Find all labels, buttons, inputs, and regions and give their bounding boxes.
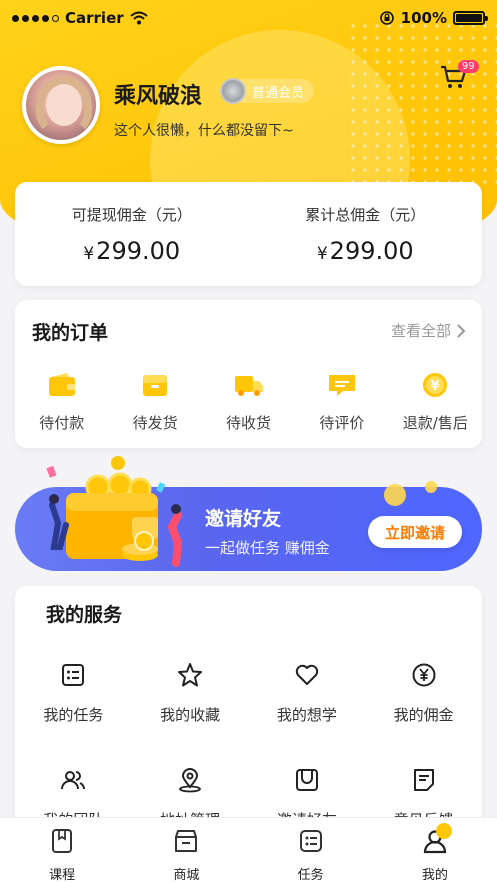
service-favorites[interactable]: 我的收藏 [132, 662, 249, 725]
svg-text:¥: ¥ [431, 379, 440, 394]
tab-profile[interactable]: 我的 [373, 818, 497, 883]
banner-title: 邀请好友 [205, 508, 282, 530]
service-label: 我的佣金 [393, 706, 454, 724]
wallet-icon [48, 373, 75, 396]
service-label: 我的想学 [276, 706, 337, 724]
order-label: 待付款 [39, 414, 85, 432]
service-my-tasks[interactable]: 我的任务 [15, 662, 132, 725]
total-value-row: ¥299.00 [249, 237, 483, 265]
orders-card: 我的订单 查看全部 待付款 待发货 待收货 待评价 ¥ 退款/售后 [15, 300, 482, 448]
total-value: 299.00 [329, 237, 414, 265]
tab-label: 课程 [49, 868, 76, 883]
withdrawable-value-row: ¥299.00 [15, 237, 249, 265]
invite-now-button[interactable]: 立即邀请 [368, 516, 462, 548]
status-bar: Carrier 100% [0, 0, 497, 36]
refund-icon: ¥ [423, 373, 448, 397]
view-all-orders-link[interactable]: 查看全部 [391, 320, 466, 341]
order-label: 待发货 [132, 414, 178, 432]
yen-coin-icon [412, 663, 436, 687]
currency-symbol: ¥ [83, 244, 95, 264]
tab-label: 商城 [173, 868, 200, 883]
member-level-label: 普通会员 [252, 85, 305, 101]
order-pending-shipment[interactable]: 待发货 [108, 372, 201, 433]
truck-icon [234, 376, 263, 396]
withdrawable-label: 可提现佣金（元） [71, 206, 192, 224]
service-want-to-learn[interactable]: 我的想学 [249, 662, 366, 725]
view-all-label: 查看全部 [390, 322, 451, 340]
store-icon [175, 830, 198, 852]
order-label: 退款/售后 [402, 414, 468, 432]
order-refund[interactable]: ¥ 退款/售后 [389, 372, 482, 433]
commission-card: 可提现佣金（元） ¥299.00 累计总佣金（元） ¥299.00 [15, 182, 482, 286]
order-pending-payment[interactable]: 待付款 [15, 372, 108, 433]
tab-store[interactable]: 商城 [124, 818, 248, 883]
active-tab-indicator [436, 823, 452, 839]
chevron-right-icon [457, 323, 466, 338]
order-label: 待评价 [319, 414, 365, 432]
order-status-row: 待付款 待发货 待收货 待评价 ¥ 退款/售后 [15, 372, 482, 433]
member-level-badge[interactable]: 普通会员 [220, 78, 315, 104]
tab-courses[interactable]: 课程 [0, 818, 124, 883]
user-signature: 这个人很懒，什么都没留下~ [114, 123, 294, 139]
rotation-lock-icon [379, 11, 394, 25]
tab-label: 任务 [297, 868, 324, 883]
currency-symbol: ¥ [316, 244, 328, 264]
banner-subtitle: 一起做任务 赚佣金 [205, 539, 330, 557]
user-name: 乘风破浪 [114, 84, 203, 109]
task-list-icon [62, 664, 85, 686]
orders-title: 我的订单 [32, 322, 109, 344]
service-my-commission[interactable]: 我的佣金 [365, 662, 482, 725]
total-commission[interactable]: 累计总佣金（元） ¥299.00 [249, 182, 483, 286]
avatar[interactable] [22, 66, 100, 144]
invite-icon [295, 769, 318, 791]
withdrawable-commission[interactable]: 可提现佣金（元） ¥299.00 [15, 182, 249, 286]
battery-icon [453, 11, 488, 25]
services-title: 我的服务 [46, 604, 123, 626]
tab-label: 我的 [421, 868, 448, 883]
medal-icon [220, 78, 246, 104]
service-label: 我的任务 [43, 706, 104, 724]
wifi-icon [129, 11, 148, 25]
tab-tasks[interactable]: 任务 [249, 818, 373, 883]
cart-count-badge: 99 [458, 60, 479, 73]
wallet-coins-illustration [46, 456, 183, 567]
heart-icon [295, 664, 319, 685]
location-icon [179, 768, 202, 793]
team-icon [61, 771, 86, 790]
star-icon [178, 663, 203, 687]
comment-icon [328, 375, 355, 396]
service-label: 我的收藏 [160, 706, 221, 724]
order-pending-review[interactable]: 待评价 [295, 372, 388, 433]
feedback-icon [413, 769, 434, 791]
signal-icon [12, 14, 59, 22]
package-icon [143, 375, 168, 396]
carrier-label: Carrier [65, 9, 124, 27]
order-label: 待收货 [226, 414, 272, 432]
floating-coin-icon [425, 481, 437, 493]
battery-percent: 100% [400, 9, 447, 27]
floating-coin-icon [384, 484, 406, 506]
withdrawable-value: 299.00 [96, 237, 181, 265]
bottom-tab-bar: 课程 商城 任务 我的 [0, 817, 497, 883]
book-icon [52, 829, 73, 853]
task-icon [299, 830, 322, 852]
service-grid: 我的任务 我的收藏 我的想学 我的佣金 [15, 662, 482, 830]
order-pending-receipt[interactable]: 待收货 [202, 372, 295, 433]
total-label: 累计总佣金（元） [305, 206, 426, 224]
